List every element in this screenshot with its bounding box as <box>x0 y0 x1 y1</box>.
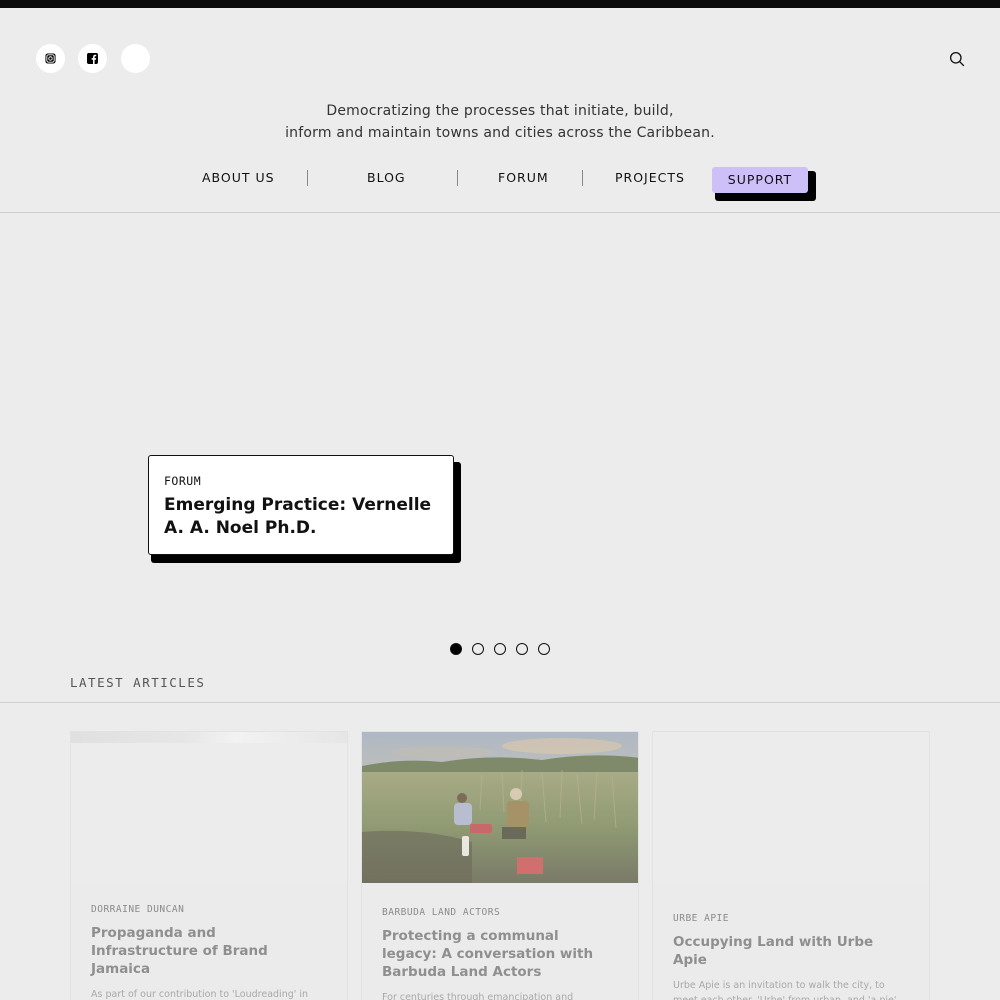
nav-blog[interactable]: BLOG <box>367 170 406 185</box>
nav-divider <box>582 170 583 186</box>
section-divider <box>0 702 1000 703</box>
article-excerpt: Urbe Apie is an invitation to walk the c… <box>673 980 897 1000</box>
hero-card[interactable]: FORUM Emerging Practice: Vernelle A. A. … <box>148 455 454 555</box>
article-thumbnail <box>362 732 638 883</box>
carousel-pagination <box>450 643 550 655</box>
site-tagline: Democratizing the processes that initiat… <box>0 100 1000 144</box>
carousel-dot[interactable] <box>516 643 528 655</box>
article-card[interactable]: BARBUDA LAND ACTORS Protecting a communa… <box>361 731 639 1000</box>
nav-projects[interactable]: PROJECTS <box>615 170 685 185</box>
tagline-line-2: inform and maintain towns and cities acr… <box>285 125 715 141</box>
hero-title[interactable]: Emerging Practice: Vernelle A. A. Noel P… <box>164 494 438 540</box>
top-bar <box>0 0 1000 8</box>
nav-divider <box>457 170 458 186</box>
article-author: DORRAINE DUNCAN <box>91 904 185 915</box>
field-photo <box>362 732 638 883</box>
article-card[interactable]: URBE APIE Occupying Land with Urbe Apie … <box>652 731 930 1000</box>
nav-about-us[interactable]: ABOUT US <box>202 170 275 185</box>
search-icon <box>949 51 965 67</box>
instagram-button[interactable] <box>36 44 65 73</box>
tagline-line-1: Democratizing the processes that initiat… <box>326 103 674 119</box>
carousel-dot[interactable] <box>494 643 506 655</box>
article-excerpt: As part of our contribution to 'Loudread… <box>91 989 309 1000</box>
search-button[interactable] <box>947 49 967 69</box>
article-card[interactable]: DORRAINE DUNCAN Propaganda and Infrastru… <box>70 731 348 1000</box>
article-thumbnail <box>653 732 929 883</box>
header-divider <box>0 212 1000 213</box>
carousel-dot[interactable] <box>472 643 484 655</box>
facebook-icon <box>87 53 98 64</box>
article-author: BARBUDA LAND ACTORS <box>382 907 501 918</box>
support-button[interactable]: SUPPORT <box>712 167 808 193</box>
hero-category: FORUM <box>164 474 202 488</box>
facebook-button[interactable] <box>78 44 107 73</box>
latest-articles-heading: LATEST ARTICLES <box>70 675 206 690</box>
article-title[interactable]: Propaganda and Infrastructure of Brand J… <box>91 924 327 978</box>
article-title[interactable]: Protecting a communal legacy: A conversa… <box>382 927 618 981</box>
article-thumbnail <box>71 732 347 883</box>
nav-divider <box>307 170 308 186</box>
carousel-dot[interactable] <box>538 643 550 655</box>
social-button-blank[interactable] <box>121 44 150 73</box>
article-title[interactable]: Occupying Land with Urbe Apie <box>673 933 909 969</box>
article-author: URBE APIE <box>673 913 729 924</box>
carousel-dot[interactable] <box>450 643 462 655</box>
article-excerpt: For centuries through emancipation and <box>382 992 574 1000</box>
nav-forum[interactable]: FORUM <box>498 170 549 185</box>
instagram-icon <box>45 53 56 64</box>
